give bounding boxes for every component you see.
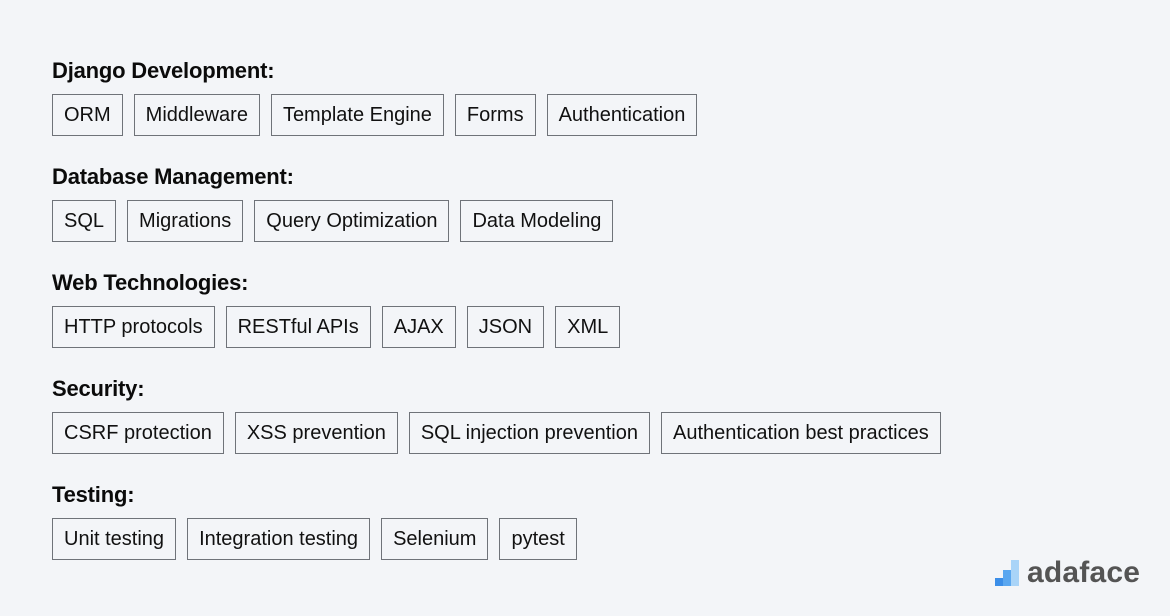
logo-text: adaface [1027,556,1141,589]
skill-chip: Integration testing [187,518,371,560]
skills-list: Django Development: ORM Middleware Templ… [52,58,941,588]
section-django-development: Django Development: ORM Middleware Templ… [52,58,941,138]
skill-chip: Authentication [546,94,698,136]
skill-chip: RESTful APIs [225,306,371,348]
skill-chip: Middleware [133,94,260,136]
skill-chip: XSS prevention [234,412,398,454]
skill-chip: Migrations [127,200,244,242]
skill-chips: SQL Migrations Query Optimization Data M… [52,200,941,244]
skill-chip: JSON [466,306,545,348]
skill-chip: Template Engine [270,94,444,136]
skill-chip: SQL injection prevention [408,412,650,454]
section-security: Security: CSRF protection XSS prevention… [52,376,941,456]
section-title: Web Technologies: [52,270,249,295]
skill-chip: Forms [454,94,536,136]
bar-steps-icon [995,560,1019,586]
skill-chip: Data Modeling [460,200,614,242]
skill-chip: HTTP protocols [52,306,215,348]
section-title: Database Management: [52,164,294,189]
section-database-management: Database Management: SQL Migrations Quer… [52,164,941,244]
skill-chip: pytest [499,518,577,560]
skill-chips: Unit testing Integration testing Seleniu… [52,518,941,562]
section-title: Django Development: [52,58,275,83]
skill-chip: Authentication best practices [661,412,941,454]
skill-chips: ORM Middleware Template Engine Forms Aut… [52,94,941,138]
adaface-logo: adaface [995,558,1140,588]
skill-chip: Unit testing [52,518,177,560]
skill-chip: CSRF protection [52,412,224,454]
section-web-technologies: Web Technologies: HTTP protocols RESTful… [52,270,941,350]
section-title: Security: [52,376,145,401]
skill-chips: CSRF protection XSS prevention SQL injec… [52,412,941,456]
skill-chips: HTTP protocols RESTful APIs AJAX JSON XM… [52,306,941,350]
skill-chip: XML [555,306,621,348]
section-title: Testing: [52,482,135,507]
skill-chip: SQL [52,200,117,242]
skill-chip: Selenium [381,518,489,560]
skill-chip: AJAX [381,306,456,348]
section-testing: Testing: Unit testing Integration testin… [52,482,941,562]
skill-chip: Query Optimization [254,200,450,242]
skill-chip: ORM [52,94,123,136]
